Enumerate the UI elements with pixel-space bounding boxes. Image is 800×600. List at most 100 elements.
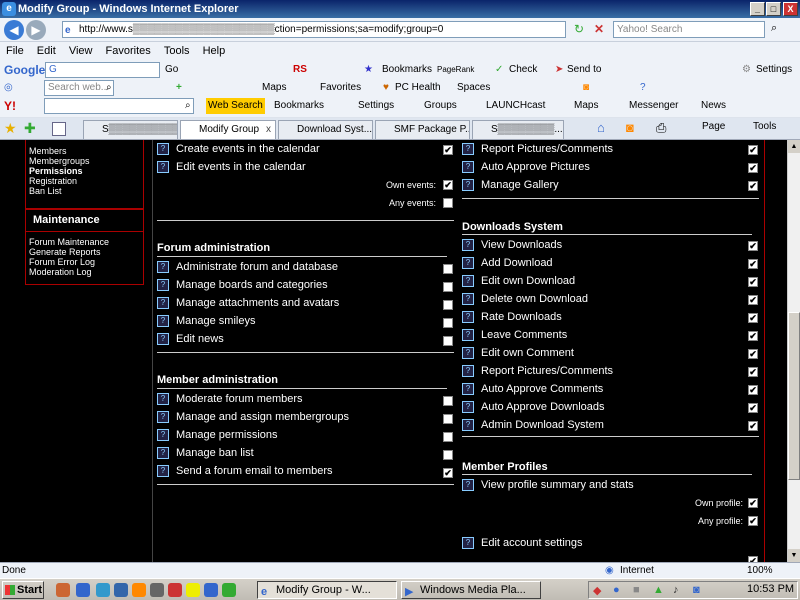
perm-checkbox[interactable] [443,336,453,346]
perm-checkbox[interactable]: ✔ [748,331,758,341]
tools-menu-button[interactable]: Tools [753,121,776,132]
yahoo-search-icon[interactable]: ⌕ [185,96,191,116]
help-icon[interactable]: ? [157,315,169,327]
help-icon[interactable]: ? [157,261,169,273]
volume-icon[interactable]: ♪ [673,584,679,596]
stop-icon[interactable]: ✕ [594,22,604,36]
launchcast-button[interactable]: LAUNCHcast [486,96,545,116]
live-search-input[interactable]: Search web... [44,80,114,96]
menu-view[interactable]: View [69,45,93,57]
perm-checkbox[interactable] [443,432,453,442]
send-icon[interactable]: ➤ [555,60,563,79]
help-icon[interactable]: ? [462,329,474,341]
sidebar-item-ban-list[interactable]: Ban List [26,186,143,196]
task-modify-group[interactable]: e Modify Group - W... [257,581,397,599]
tab-modify-group[interactable]: Modify Group x [180,120,276,139]
back-button[interactable]: ◀ [4,20,24,40]
help-icon[interactable]: ? [462,347,474,359]
perm-checkbox[interactable]: ✔ [748,181,758,191]
help-icon[interactable]: ? [462,537,474,549]
quick-launch-icon[interactable] [168,583,182,597]
yahoo-settings-button[interactable]: Settings [358,96,394,116]
scroll-down-icon[interactable]: ▼ [788,549,800,562]
tray-icon[interactable]: ● [613,584,620,596]
task-windows-media-player[interactable]: ▶ Windows Media Pla... [401,581,541,599]
tab-download-system[interactable]: Download Syst... [278,120,373,139]
help-icon[interactable]: ? [462,179,474,191]
quick-launch-icon[interactable] [204,583,218,597]
groups-button[interactable]: Groups [424,96,457,116]
messenger-button[interactable]: Messenger [629,96,678,116]
quick-launch-icon[interactable] [76,583,90,597]
tray-icon[interactable]: ▲ [653,584,664,596]
help-icon[interactable]: ? [157,411,169,423]
perm-checkbox[interactable] [443,414,453,424]
sidebar-item-forum-error-log[interactable]: Forum Error Log [26,257,143,267]
print-icon[interactable]: ⎙ [656,120,666,136]
tab-1[interactable]: S▒▒▒▒▒▒▒▒▒▒▒ [83,120,178,139]
address-bar[interactable]: e http://www.s▒▒▒▒▒▒▒▒▒▒▒▒▒▒▒▒▒▒▒▒ction=… [62,21,566,38]
settings-icon[interactable]: ⚙ [742,60,751,79]
start-button[interactable]: Start [2,581,44,599]
sidebar-item-forum-maintenance[interactable]: Forum Maintenance [26,237,143,247]
perm-checkbox[interactable]: ✔ [748,385,758,395]
menu-file[interactable]: File [6,45,24,57]
quick-launch-icon[interactable] [96,583,110,597]
rs-button[interactable]: RS [293,60,307,79]
pc-health-button[interactable]: PC Health [395,78,441,97]
rss-icon[interactable]: ◙ [583,78,589,97]
perm-checkbox[interactable]: ✔ [443,468,453,478]
sidebar-item-permissions[interactable]: Permissions [26,166,143,176]
own-profile-checkbox[interactable]: ✔ [748,498,758,508]
google-go-button[interactable]: Go [165,60,178,79]
perm-checkbox[interactable]: ✔ [748,241,758,251]
help-icon[interactable]: ? [462,479,474,491]
help-icon[interactable]: ? [157,297,169,309]
close-tab-icon[interactable]: x [266,121,271,139]
check-icon[interactable]: ✓ [495,60,503,79]
live-favorites-button[interactable]: Favorites [320,78,361,97]
tray-icon[interactable]: ■ [633,584,640,596]
any-events-checkbox[interactable] [443,198,453,208]
yahoo-search-input[interactable] [44,98,194,114]
menu-help[interactable]: Help [203,45,226,57]
help-icon[interactable]: ? [157,429,169,441]
sidebar-item-members[interactable]: Members [26,146,143,156]
spell-check-button[interactable]: Check [509,60,537,79]
home-icon[interactable]: ⌂ [597,120,605,135]
quick-launch-icon[interactable] [114,583,128,597]
menu-favorites[interactable]: Favorites [106,45,151,57]
quick-launch-icon[interactable] [186,583,200,597]
help-icon[interactable]: ? [640,78,646,97]
help-icon[interactable]: ? [157,161,169,173]
maximize-button[interactable]: □ [766,2,781,16]
perm-checkbox[interactable]: ✔ [748,145,758,155]
quick-launch-icon[interactable] [222,583,236,597]
minimize-button[interactable]: _ [750,2,765,16]
google-search-input[interactable]: G [45,62,160,78]
perm-checkbox[interactable] [443,450,453,460]
scroll-thumb[interactable] [788,312,800,480]
help-icon[interactable]: ? [462,401,474,413]
help-icon[interactable]: ? [157,447,169,459]
news-button[interactable]: News [701,96,726,116]
close-window-button[interactable]: X [783,2,798,16]
perm-checkbox[interactable]: ✔ [748,403,758,413]
yahoo-bookmarks-button[interactable]: Bookmarks [274,96,324,116]
help-icon[interactable]: ? [462,293,474,305]
help-icon[interactable]: ? [462,365,474,377]
help-icon[interactable]: ? [462,419,474,431]
google-bookmarks-button[interactable]: Bookmarks [382,60,432,79]
perm-checkbox[interactable]: ✔ [748,313,758,323]
web-search-button[interactable]: Web Search [206,98,265,114]
quick-launch-icon[interactable] [56,583,70,597]
quick-tabs-icon[interactable] [52,122,66,136]
forward-button[interactable]: ▶ [26,20,46,40]
perm-checkbox[interactable] [443,396,453,406]
sidebar-item-registration[interactable]: Registration [26,176,143,186]
perm-checkbox[interactable]: ✔ [748,259,758,269]
menu-edit[interactable]: Edit [37,45,56,57]
perm-checkbox[interactable]: ✔ [443,145,453,155]
perm-checkbox[interactable]: ✔ [748,163,758,173]
page-menu-button[interactable]: Page [702,121,725,132]
